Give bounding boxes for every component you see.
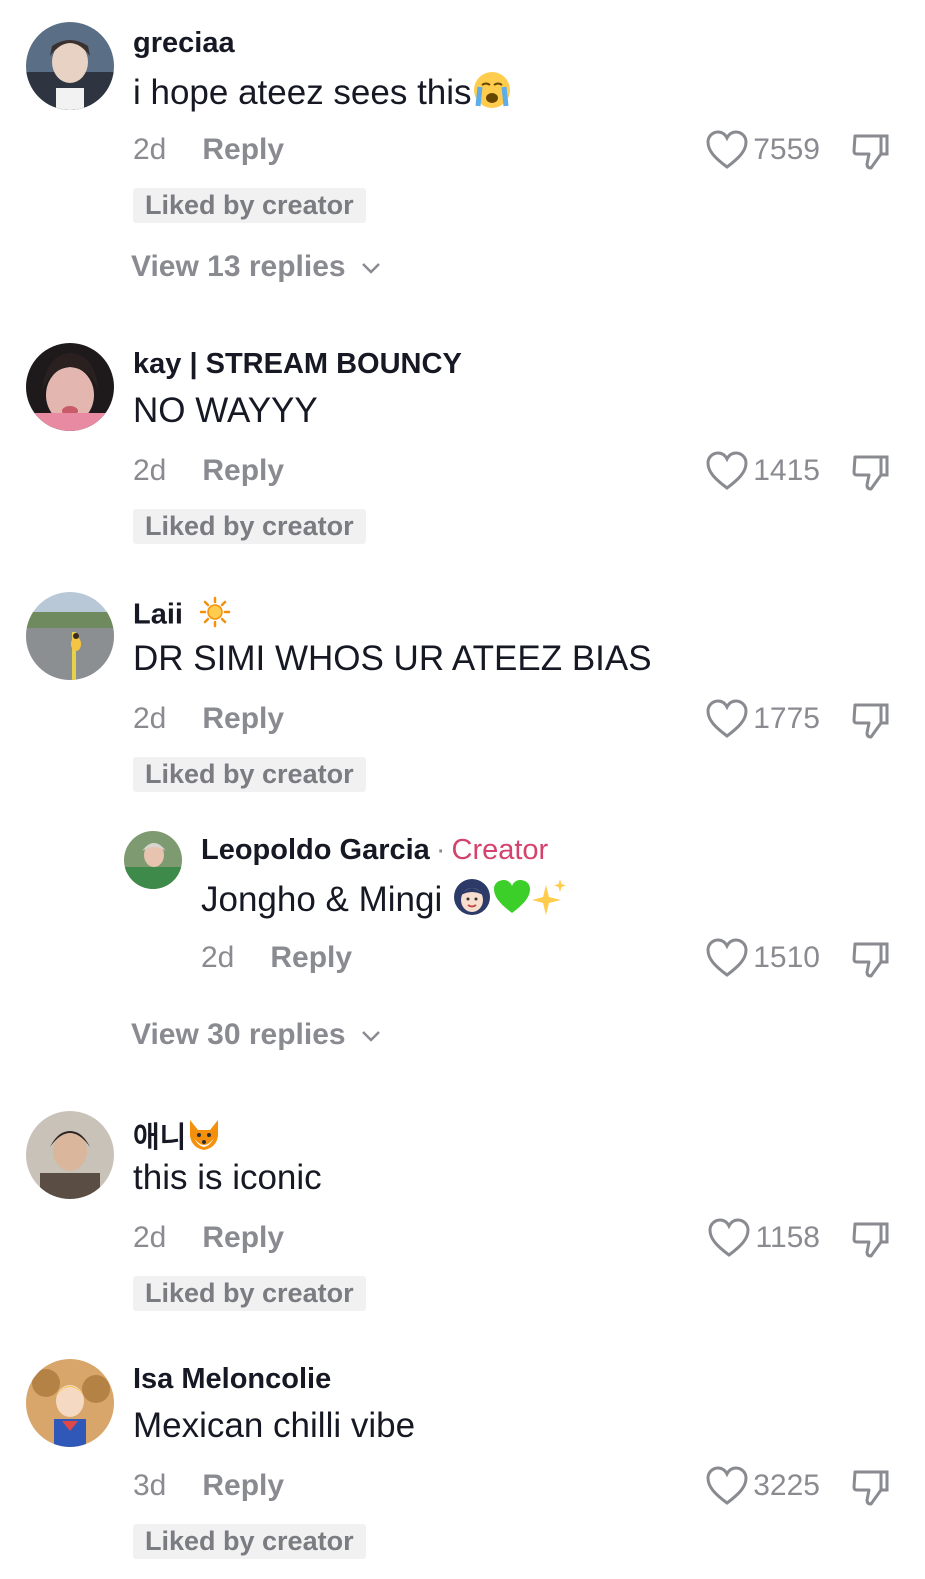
reply-button[interactable]: Reply: [202, 133, 284, 166]
dislike-button[interactable]: [851, 701, 891, 746]
heart-icon: [706, 1466, 748, 1505]
heart-icon: [708, 1218, 750, 1257]
comment-age: 2d: [133, 1221, 167, 1254]
dislike-button[interactable]: [851, 1468, 891, 1513]
thumbs-down-icon: [852, 134, 889, 170]
chevron-down-icon: [362, 263, 380, 274]
comment-text-content: i hope ateez sees this: [133, 72, 472, 112]
liked-by-creator-badge: Liked by creator: [133, 1524, 366, 1559]
person-gesturing-ok-icon: [452, 877, 492, 926]
like-button[interactable]: 1158: [707, 1218, 820, 1258]
loudly-crying-face-icon: [472, 70, 512, 119]
heart-icon: [706, 130, 748, 169]
reply-text: Jongho & Mingi: [201, 877, 568, 926]
heart-icon: [706, 451, 748, 490]
reply-button[interactable]: Reply: [202, 454, 284, 487]
avatar[interactable]: [26, 343, 114, 431]
like-count: 1775: [753, 702, 820, 735]
reply-username: Leopoldo Garcia · Creator: [201, 834, 548, 867]
like-count: 7559: [753, 133, 820, 166]
liked-by-creator-badge: Liked by creator: [133, 1276, 366, 1311]
thumbs-down-icon: [852, 1222, 889, 1258]
thumbs-down-icon: [852, 455, 889, 491]
avatar[interactable]: [26, 1359, 114, 1447]
sun-icon: [199, 596, 231, 636]
view-replies-label: View 30 replies: [131, 1018, 346, 1051]
dislike-button[interactable]: [851, 453, 891, 498]
heart-icon: [706, 699, 748, 738]
view-replies-button[interactable]: View 13 replies: [131, 250, 382, 284]
comment-text: DR SIMI WHOS UR ATEEZ BIAS: [133, 639, 652, 678]
creator-label: Creator: [451, 834, 549, 866]
avatar[interactable]: [26, 22, 114, 110]
reply-button[interactable]: Reply: [270, 941, 352, 974]
reply-avatar[interactable]: [124, 831, 182, 889]
comment-username[interactable]: kay | STREAM BOUNCY: [133, 348, 462, 381]
comments-list: greciaa i hope ateez sees this 2d Reply 7…: [0, 0, 925, 1579]
like-button[interactable]: 1775: [705, 699, 820, 739]
like-count: 3225: [753, 1469, 820, 1502]
thumbs-down-icon: [852, 703, 889, 739]
view-replies-button[interactable]: View 30 replies: [131, 1018, 382, 1052]
thumbs-down-icon: [852, 942, 889, 978]
comment-username[interactable]: 애니: [133, 1114, 222, 1160]
comment-text: NO WAYYY: [133, 391, 318, 430]
like-count: 1510: [753, 941, 820, 974]
reply-button[interactable]: Reply: [202, 1469, 284, 1502]
reply-button[interactable]: Reply: [202, 1221, 284, 1254]
reply-username-label[interactable]: Leopoldo Garcia: [201, 834, 430, 866]
comment-text: i hope ateez sees this: [133, 70, 512, 119]
comment-age: 2d: [133, 454, 167, 487]
view-replies-label: View 13 replies: [131, 250, 346, 283]
liked-by-creator-badge: Liked by creator: [133, 509, 366, 544]
comment-username[interactable]: Laii: [133, 596, 231, 636]
comment-username[interactable]: greciaa: [133, 27, 235, 60]
reply-age: 2d: [201, 941, 235, 974]
comment-age: 2d: [133, 133, 167, 166]
comment-age: 3d: [133, 1469, 167, 1502]
comment-text: Mexican chilli vibe: [133, 1406, 416, 1445]
thumbs-down-icon: [852, 1470, 889, 1506]
like-count: 1415: [753, 454, 820, 487]
comment-meta: 2d Reply: [133, 702, 284, 736]
heart-icon: [706, 938, 748, 977]
reply-meta: 2d Reply: [201, 941, 352, 975]
like-button[interactable]: 7559: [705, 130, 820, 170]
comment-meta: 3d Reply: [133, 1469, 284, 1503]
dislike-button[interactable]: [851, 1220, 891, 1265]
comment-username-label: Laii: [133, 598, 183, 631]
avatar[interactable]: [26, 592, 114, 680]
comment-text: this is iconic: [133, 1158, 322, 1197]
like-button[interactable]: 3225: [705, 1466, 820, 1506]
like-button[interactable]: 1510: [705, 938, 820, 978]
comment-username-label: 애니: [133, 1122, 187, 1154]
comment-username[interactable]: Isa Meloncolie: [133, 1363, 331, 1396]
like-count: 1158: [755, 1221, 820, 1254]
comment-age: 2d: [133, 702, 167, 735]
liked-by-creator-badge: Liked by creator: [133, 188, 366, 223]
dislike-button[interactable]: [851, 940, 891, 985]
reply-button[interactable]: Reply: [202, 702, 284, 735]
dislike-button[interactable]: [851, 132, 891, 177]
separator-dot: ·: [435, 834, 446, 866]
like-button[interactable]: 1415: [705, 451, 820, 491]
fox-face-icon: [186, 1118, 222, 1160]
green-heart-icon: [492, 877, 532, 926]
comment-meta: 2d Reply: [133, 133, 284, 167]
chevron-down-icon: [362, 1031, 380, 1042]
comment-meta: 2d Reply: [133, 454, 284, 488]
reply-text-content: Jongho & Mingi: [201, 879, 443, 919]
comment-meta: 2d Reply: [133, 1221, 284, 1255]
liked-by-creator-badge: Liked by creator: [133, 757, 366, 792]
avatar[interactable]: [26, 1111, 114, 1199]
sparkles-icon: [532, 877, 568, 926]
